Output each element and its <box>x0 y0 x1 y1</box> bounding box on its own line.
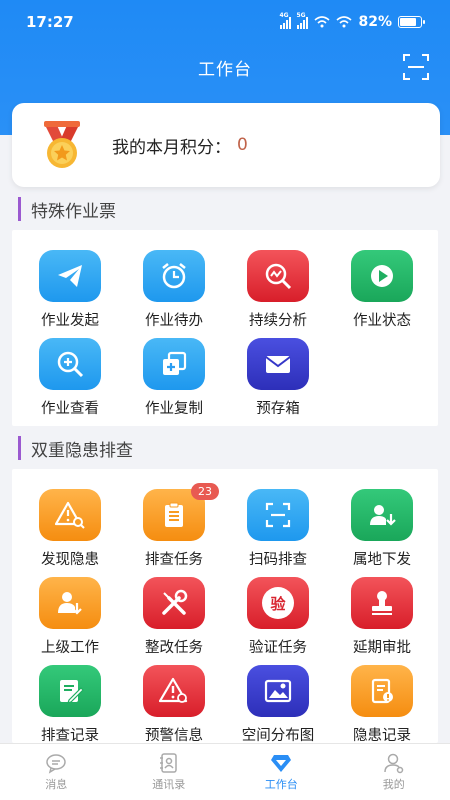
user-task-icon <box>39 577 101 629</box>
nav-item-messages[interactable]: 消息 <box>0 744 113 800</box>
grid-item-label: 作业状态 <box>353 313 411 329</box>
verify-stamp-icon: 验 <box>247 577 309 629</box>
copy-icon <box>143 338 205 390</box>
grid-item-work-copy[interactable]: 作业复制 <box>122 338 226 418</box>
status-bar: 17:27 4G 5G 82% <box>0 0 450 44</box>
hotspot-icon <box>314 16 331 28</box>
grid-item-local-dispatch[interactable]: 属地下发 <box>330 489 434 569</box>
grid-item-check-task[interactable]: 23 排查任务 <box>122 483 226 569</box>
grid-item-label: 预警信息 <box>145 728 203 744</box>
alert-triangle-icon <box>143 665 205 717</box>
grid-item-draft-box[interactable]: 预存箱 <box>226 338 330 418</box>
status-icons: 4G 5G 82% <box>279 12 425 30</box>
network-type-label: 4G <box>279 11 289 19</box>
profile-icon <box>384 753 403 774</box>
grid-item-work-start[interactable]: 作业发起 <box>18 250 122 330</box>
grid-item-rectify-task[interactable]: 整改任务 <box>122 577 226 657</box>
wifi-icon <box>336 16 353 28</box>
edit-record-icon <box>39 665 101 717</box>
grid-item-label: 作业查看 <box>41 401 99 417</box>
nav-label: 我的 <box>382 778 405 791</box>
message-icon <box>46 754 66 774</box>
grid-item-label: 排查记录 <box>41 728 99 744</box>
workbench-icon <box>271 755 292 772</box>
paper-plane-icon <box>39 250 101 302</box>
envelope-icon <box>247 338 309 390</box>
grid-item-label: 扫码排查 <box>249 552 307 568</box>
clipboard-list-icon: 23 <box>143 483 219 541</box>
grid-item-find-hazard[interactable]: 发现隐患 <box>18 489 122 569</box>
nav-item-contacts[interactable]: 通讯录 <box>113 744 226 800</box>
task-count-badge: 23 <box>191 483 219 500</box>
battery-percent: 82% <box>358 14 392 30</box>
grid-item-label: 属地下发 <box>353 552 411 568</box>
analysis-magnifier-icon <box>247 250 309 302</box>
play-icon <box>351 250 413 302</box>
nav-label: 通讯录 <box>152 778 186 791</box>
section-title-hazard-check: 双重隐患排查 <box>18 436 133 461</box>
grid-item-verify-task[interactable]: 验 验证任务 <box>226 577 330 657</box>
hazard-check-panel: 发现隐患 23 排查任务 扫码排查 属地下发 上级工作 整改任务 验 验证任务 … <box>12 469 438 745</box>
contacts-icon <box>159 753 177 773</box>
scan-button[interactable] <box>402 53 430 81</box>
verify-glyph: 验 <box>262 587 294 619</box>
monthly-points-card[interactable]: 我的本月积分： 0 <box>12 103 440 187</box>
grid-item-work-todo[interactable]: 作业待办 <box>122 250 226 330</box>
grid-item-work-view[interactable]: 作业查看 <box>18 338 122 418</box>
grid-item-label: 作业复制 <box>145 401 203 417</box>
grid-item-continuous-analysis[interactable]: 持续分析 <box>226 250 330 330</box>
nav-item-profile[interactable]: 我的 <box>338 744 450 800</box>
seal-icon <box>351 577 413 629</box>
grid-item-hazard-record[interactable]: 隐患记录 <box>330 665 434 745</box>
grid-item-work-status[interactable]: 作业状态 <box>330 250 434 330</box>
user-download-icon <box>351 489 413 541</box>
status-time: 17:27 <box>26 13 74 31</box>
grid-item-label: 隐患记录 <box>353 728 411 744</box>
page-title: 工作台 <box>198 59 252 80</box>
cellular-signal-icon: 5G <box>296 12 309 29</box>
alarm-clock-icon <box>143 250 205 302</box>
grid-item-label: 验证任务 <box>249 640 307 656</box>
warning-search-icon <box>39 489 101 541</box>
app-header: 工作台 <box>0 44 450 90</box>
network-type-label: 5G <box>296 11 306 19</box>
grid-item-scan-check[interactable]: 扫码排查 <box>226 489 330 569</box>
nav-item-workbench[interactable]: 工作台 <box>225 744 338 800</box>
document-alert-icon <box>351 665 413 717</box>
nav-label: 工作台 <box>264 778 298 791</box>
grid-item-label: 排查任务 <box>145 552 203 568</box>
grid-item-label: 发现隐患 <box>41 552 99 568</box>
grid-item-label: 作业待办 <box>145 313 203 329</box>
grid-item-label: 上级工作 <box>41 640 99 656</box>
grid-item-label: 预存箱 <box>256 401 300 417</box>
points-value: 0 <box>237 135 248 155</box>
grid-item-spatial-map[interactable]: 空间分布图 <box>226 665 330 745</box>
battery-icon <box>398 16 425 28</box>
grid-item-label: 持续分析 <box>249 313 307 329</box>
grid-item-check-record[interactable]: 排查记录 <box>18 665 122 745</box>
grid-item-superior-work[interactable]: 上级工作 <box>18 577 122 657</box>
grid-item-extension-approval[interactable]: 延期审批 <box>330 577 434 657</box>
medal-icon <box>44 121 80 168</box>
special-work-panel: 作业发起 作业待办 持续分析 作业状态 作业查看 作业复制 预存箱 <box>12 230 438 426</box>
image-map-icon <box>247 665 309 717</box>
grid-item-warning-info[interactable]: 预警信息 <box>122 665 226 745</box>
tools-icon <box>143 577 205 629</box>
section-title-special-work: 特殊作业票 <box>18 197 116 222</box>
nav-label: 消息 <box>45 778 68 791</box>
grid-item-label: 空间分布图 <box>241 728 315 744</box>
cellular-signal-icon: 4G <box>279 12 292 29</box>
grid-item-label: 作业发起 <box>41 313 99 329</box>
grid-item-label: 整改任务 <box>145 640 203 656</box>
points-label: 我的本月积分： <box>112 137 231 158</box>
grid-item-label: 延期审批 <box>353 640 411 656</box>
zoom-in-icon <box>39 338 101 390</box>
bottom-nav: 消息 通讯录 工作台 我的 <box>0 743 450 800</box>
scan-icon <box>247 489 309 541</box>
